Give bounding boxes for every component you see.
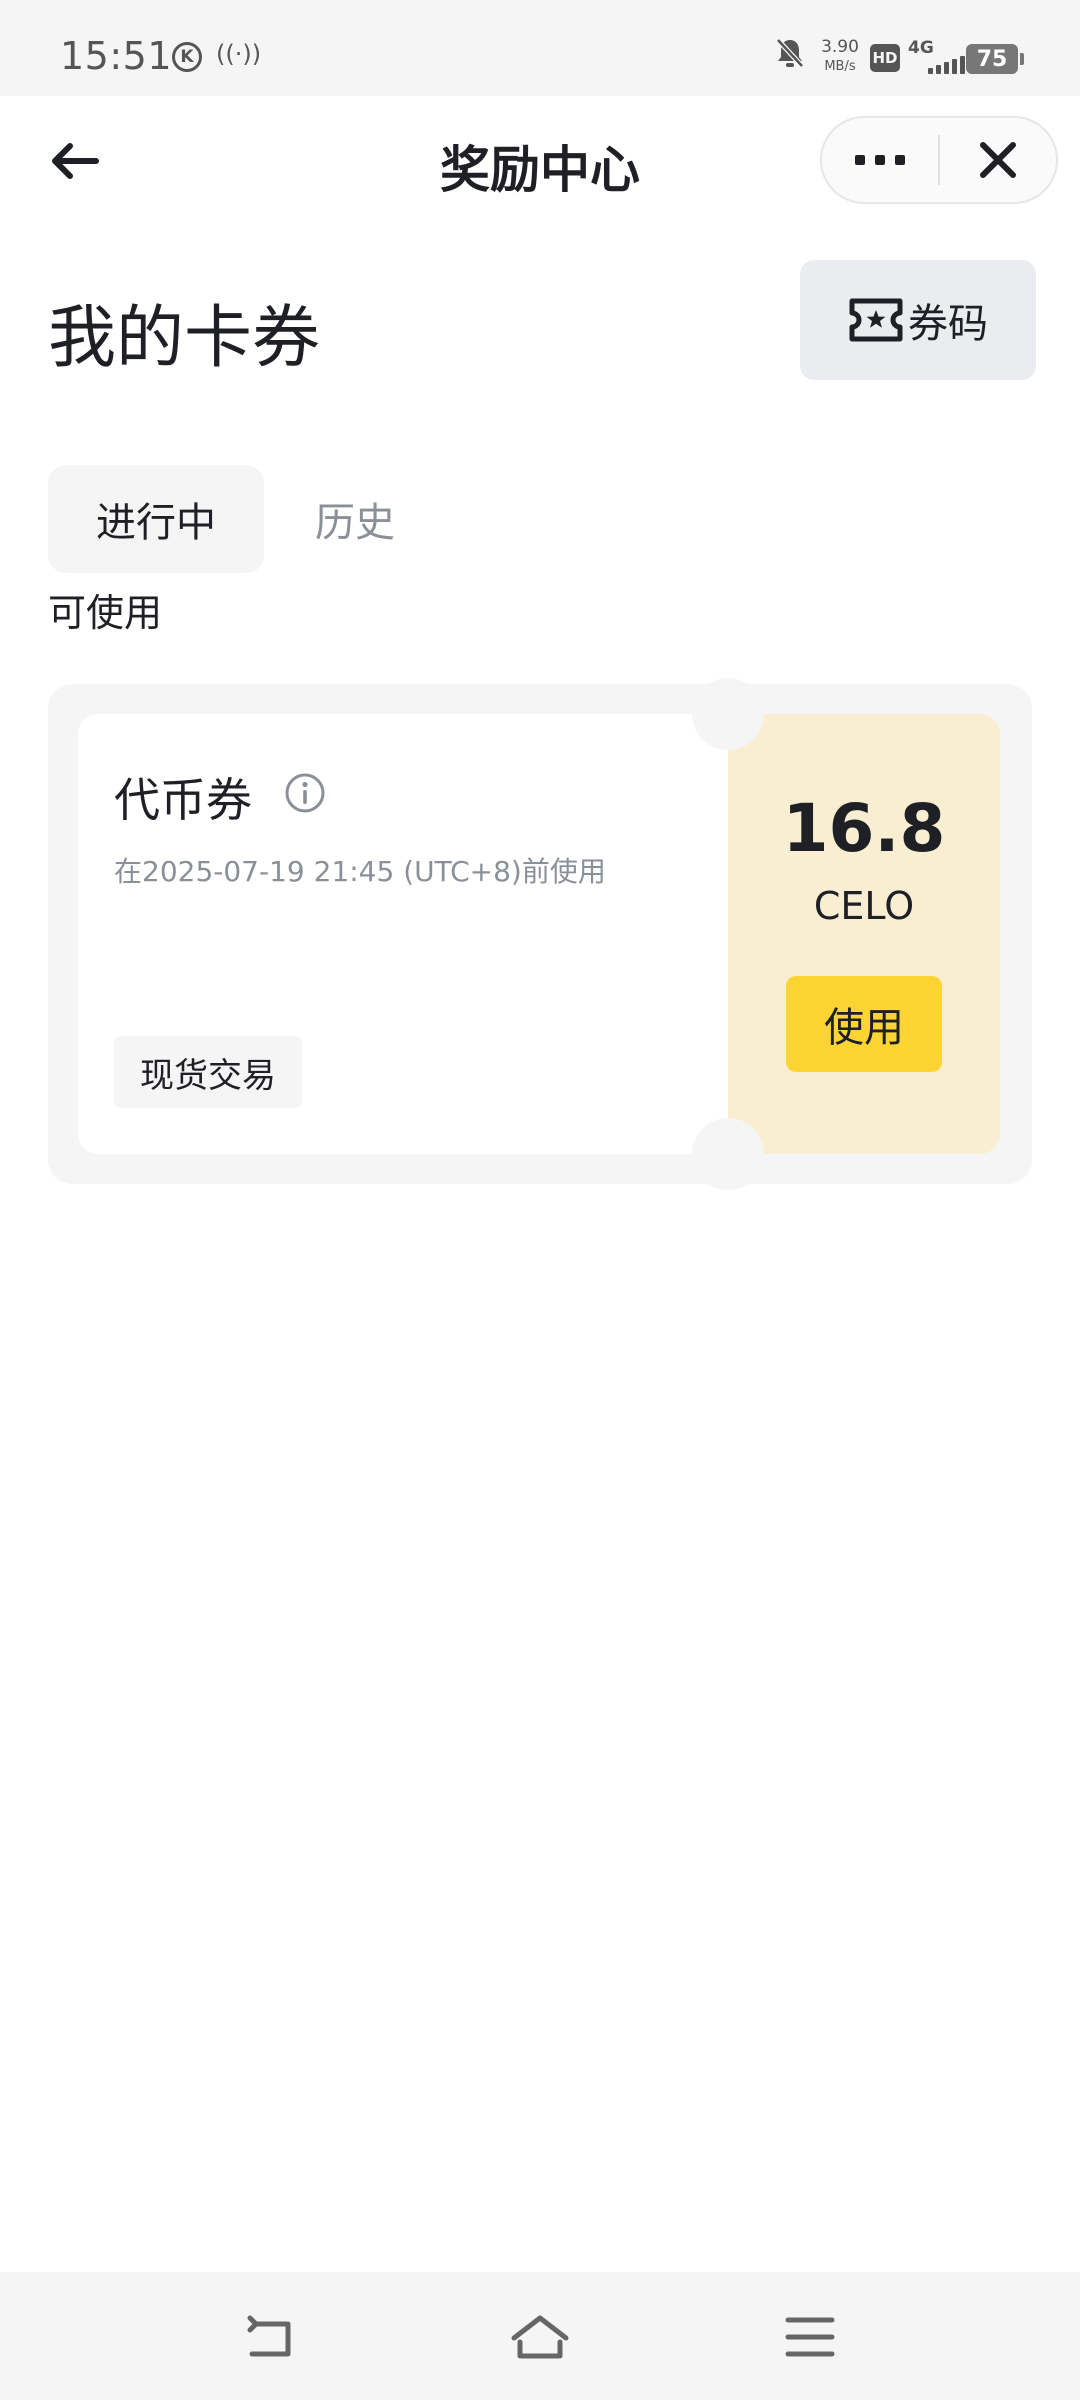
close-button[interactable] <box>940 118 1056 202</box>
header: 奖励中心 <box>0 96 1080 228</box>
coupon-amount: 16.8 <box>782 790 946 867</box>
mini-program-capsule <box>820 116 1058 204</box>
info-icon[interactable] <box>284 772 326 814</box>
nav-back-icon <box>247 2315 291 2357</box>
coupon-expire-text: 在2025-07-19 21:45 (UTC+8)前使用 <box>114 855 606 888</box>
ticket-icon <box>849 298 903 342</box>
coupon-value-panel: 16.8 CELO 使用 <box>728 714 1000 1154</box>
bell-muted-icon <box>774 36 806 74</box>
battery-icon: 75 <box>966 44 1024 74</box>
net-speed-value: 3.90 <box>821 37 859 57</box>
hd-icon: HD <box>870 44 900 72</box>
status-time: 15:51 <box>60 34 173 78</box>
nav-home-button[interactable] <box>500 2302 580 2372</box>
coupon-code-button[interactable]: 券码 <box>800 260 1036 380</box>
tab-history[interactable]: 历史 <box>290 465 420 573</box>
page-title: 我的卡券 <box>48 299 321 378</box>
nav-back-button[interactable] <box>230 2302 310 2372</box>
coupon-unit: CELO <box>813 884 915 928</box>
signal-icon <box>928 56 965 74</box>
hotspot-icon: ((·)) <box>216 40 262 68</box>
coupon-card: 代币券 在2025-07-19 21:45 (UTC+8)前使用 现货交易 16… <box>48 678 1032 1190</box>
more-dots-icon <box>855 155 905 165</box>
coupon-name: 代币券 <box>114 773 252 827</box>
coupon-info-panel: 代币券 在2025-07-19 21:45 (UTC+8)前使用 现货交易 <box>78 714 728 1154</box>
nav-home-icon <box>511 2315 569 2359</box>
system-nav-bar <box>0 2272 1080 2400</box>
section-label-available: 可使用 <box>48 591 163 635</box>
nav-menu-button[interactable] <box>770 2302 850 2372</box>
coupon-tag: 现货交易 <box>114 1036 302 1108</box>
net-speed-unit: MB/s <box>824 59 856 74</box>
more-button[interactable] <box>822 118 938 202</box>
coupon-notch-bottom <box>692 1118 764 1190</box>
coupon-code-label: 券码 <box>908 301 988 347</box>
k-badge-icon: K <box>172 42 202 72</box>
status-bar: 15:51 K ((·)) 3.90 MB/s HD 4G 75 <box>0 0 1080 96</box>
coupon-notch-top <box>692 678 764 750</box>
close-icon <box>979 142 1016 178</box>
nav-menu-icon <box>785 2317 835 2357</box>
tab-in-progress[interactable]: 进行中 <box>48 465 264 573</box>
net-speed: 3.90 MB/s <box>818 38 862 76</box>
use-button[interactable]: 使用 <box>786 976 942 1072</box>
network-type: 4G <box>908 38 934 58</box>
